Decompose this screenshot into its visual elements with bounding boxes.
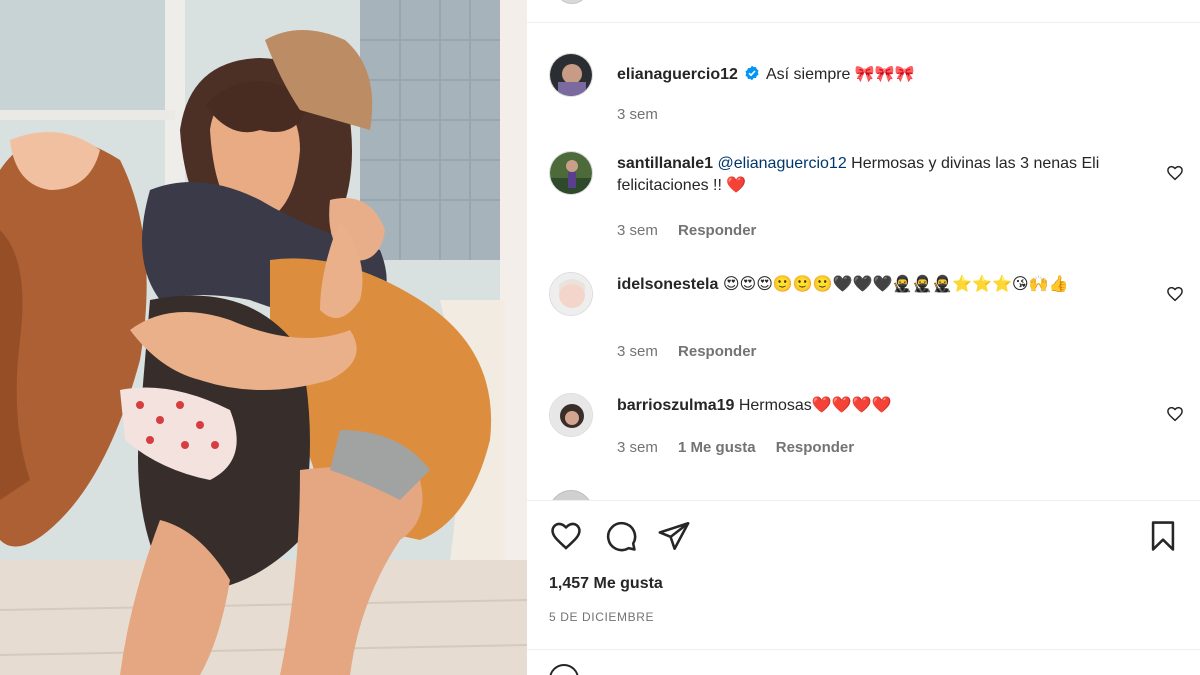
comment-username[interactable]: idelsonestela xyxy=(617,276,718,293)
commenter-avatar[interactable] xyxy=(549,490,593,500)
divider xyxy=(527,649,1200,650)
comment-text: 😍😍😍🙂🙂🙂🖤🖤🖤🥷🥷🥷⭐⭐⭐😘🙌👍 xyxy=(722,276,1069,293)
likes-count[interactable]: 1,457 Me gusta xyxy=(549,575,663,593)
caption-age[interactable]: 3 sem xyxy=(617,106,658,123)
commenter-avatar[interactable] xyxy=(549,272,593,316)
reply-button[interactable]: Responder xyxy=(776,439,854,456)
comment-icon[interactable] xyxy=(604,519,638,553)
heart-icon[interactable] xyxy=(1166,285,1184,303)
comment-text: Hermosas❤️❤️❤️❤️ xyxy=(738,397,892,414)
heart-icon[interactable] xyxy=(1166,405,1184,423)
post-date[interactable]: 5 DE DICIEMBRE xyxy=(549,610,654,624)
share-icon[interactable] xyxy=(657,519,691,553)
comment-username[interactable]: barrioszulma19 xyxy=(617,397,734,414)
post-image xyxy=(0,0,527,675)
bookmark-icon[interactable] xyxy=(1146,519,1180,553)
author-avatar[interactable] xyxy=(549,53,593,97)
comment-age[interactable]: 3 sem xyxy=(617,439,658,456)
comment-likes-button[interactable]: 1 Me gusta xyxy=(678,439,756,456)
author-username[interactable]: elianaguercio12 xyxy=(617,66,738,83)
reply-button[interactable]: Responder xyxy=(678,343,756,360)
reply-button[interactable]: Responder xyxy=(678,222,756,239)
heart-icon[interactable] xyxy=(549,519,583,553)
verified-badge-icon xyxy=(745,65,759,81)
comment-age[interactable]: 3 sem xyxy=(617,343,658,360)
emoji-icon[interactable] xyxy=(549,664,579,675)
caption-text: Así siempre 🎀🎀🎀 xyxy=(765,66,915,83)
comment-mention[interactable]: @elianaguercio12 xyxy=(718,155,847,172)
post-sidebar: elianaguercio12 Así siempre 🎀🎀🎀 3 sem sa… xyxy=(527,0,1200,675)
post-photo[interactable] xyxy=(0,0,527,675)
commenter-avatar[interactable] xyxy=(549,151,593,195)
commenter-avatar[interactable] xyxy=(549,393,593,437)
comment-age[interactable]: 3 sem xyxy=(617,222,658,239)
divider xyxy=(527,500,1200,501)
header-avatar[interactable] xyxy=(555,0,589,4)
heart-icon[interactable] xyxy=(1166,164,1184,182)
action-bar xyxy=(549,519,1180,553)
comments-list[interactable]: elianaguercio12 Así siempre 🎀🎀🎀 3 sem sa… xyxy=(527,23,1200,500)
comment-username[interactable]: santillanale1 xyxy=(617,155,713,172)
